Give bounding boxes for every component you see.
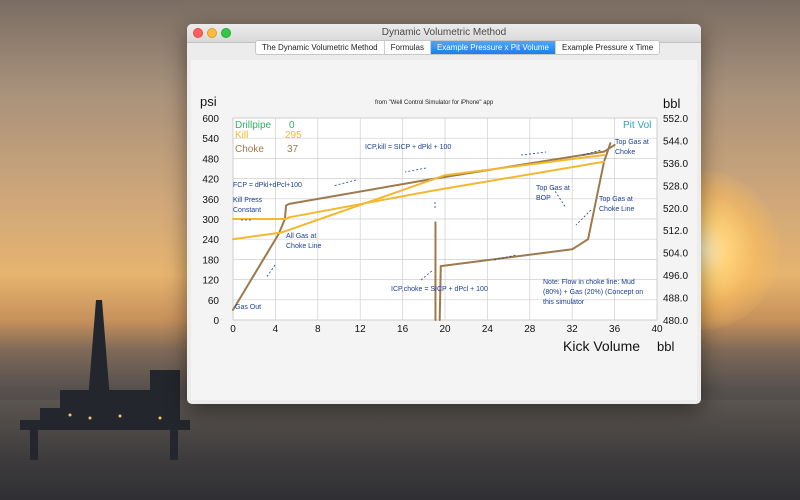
y-axis-right-label: bbl xyxy=(663,96,681,111)
x-tick-label: 16 xyxy=(397,324,409,335)
y-left-tick-label: 240 xyxy=(202,235,219,246)
y-axis-left-label: psi xyxy=(200,94,217,109)
annotation-top-gas-choke-line: Top Gas at Choke Line xyxy=(599,196,635,213)
x-tick-label: 12 xyxy=(355,324,367,335)
y-left-tick-label: 540 xyxy=(202,134,219,145)
y-left-tick-label: 180 xyxy=(202,255,219,266)
annotation-gas-out: Gas Out xyxy=(235,304,262,311)
oil-rig-silhouette xyxy=(20,300,190,460)
y-right-tick-label: 544.0 xyxy=(663,136,688,147)
tab-formulas[interactable]: Formulas xyxy=(385,41,431,54)
y-right-tick-label: 504.0 xyxy=(663,249,688,260)
y-left-tick-label: 600 xyxy=(202,114,219,125)
app-window: Dynamic Volumetric Method The Dynamic Vo… xyxy=(187,24,701,404)
tab-bar: The Dynamic Volumetric Method Formulas E… xyxy=(255,40,661,55)
legend-choke-label: Choke xyxy=(235,144,264,155)
y-right-tick-label: 488.0 xyxy=(663,294,688,305)
annotation-top-gas-choke: Top Gas at Choke xyxy=(615,139,649,156)
annotation-note-flow: Note: Flow in choke line: Mud (80%) + Ga… xyxy=(543,279,644,306)
y-right-tick-label: 536.0 xyxy=(663,159,688,170)
annotation-top-gas-bop: Top Gas at BOP xyxy=(536,185,570,202)
annotation-fcp: FCP = dPkl+dPcl+100 xyxy=(233,182,302,189)
y-left-tick-label: 360 xyxy=(202,195,219,206)
y-right-tick-label: 496.0 xyxy=(663,271,688,282)
tab-pressure-time[interactable]: Example Pressure x Time xyxy=(556,41,659,54)
x-tick-label: 28 xyxy=(524,324,536,335)
tab-pressure-pit-volume[interactable]: Example Pressure x Pit Volume xyxy=(430,41,556,54)
window-title: Dynamic Volumetric Method xyxy=(381,27,507,38)
y-left-tick-label: 60 xyxy=(208,296,220,307)
y-right-tick-label: 552.0 xyxy=(663,114,688,125)
x-tick-label: 0 xyxy=(230,324,236,335)
y-left-tick-label: 480 xyxy=(202,154,219,165)
y-right-tick-label: 512.0 xyxy=(663,226,688,237)
legend-pit-vol: Pit Vol xyxy=(623,120,652,131)
chart-panel: 0 4 8 12 16 20 24 28 32 36 40 0 60 120 180 240 300 360 420… xyxy=(191,60,697,400)
annotation-all-gas-choke-line: All Gas at Choke Line xyxy=(286,233,322,250)
legend-kill-label: Kill xyxy=(235,130,249,141)
x-tick-label: 32 xyxy=(567,324,579,335)
y-left-tick-label: 120 xyxy=(202,276,219,287)
x-tick-label: 40 xyxy=(651,324,663,335)
x-tick-label: 24 xyxy=(482,324,494,335)
chart-title: from "Well Control Simulator for iPhone"… xyxy=(375,100,494,106)
annotation-icp-kill: ICP,kill = SICP + dPkl + 100 xyxy=(365,144,452,151)
annotation-icp-choke: ICP,choke = SICP + dPcl + 100 xyxy=(391,286,488,293)
y-right-tick-label: 480.0 xyxy=(663,316,688,327)
x-tick-label: 4 xyxy=(273,324,279,335)
x-tick-label: 36 xyxy=(609,324,621,335)
y-left-tick-label: 420 xyxy=(202,175,219,186)
x-axis-label: Kick Volume xyxy=(563,338,641,354)
y-left-tick-label: 300 xyxy=(202,215,219,226)
legend-kill-value: 295 xyxy=(285,130,302,141)
legend-choke-value: 37 xyxy=(287,144,299,155)
tab-dynamic-volumetric-method[interactable]: The Dynamic Volumetric Method xyxy=(256,41,385,54)
y-right-tick-label: 520.0 xyxy=(663,204,688,215)
x-axis-unit: bbl xyxy=(657,339,675,354)
annotation-kill-press-constant: Kill Press Constant xyxy=(233,197,263,214)
x-tick-label: 8 xyxy=(315,324,321,335)
y-left-tick-label: 0 xyxy=(213,316,219,327)
y-right-tick-label: 528.0 xyxy=(663,181,688,192)
x-tick-label: 20 xyxy=(439,324,451,335)
